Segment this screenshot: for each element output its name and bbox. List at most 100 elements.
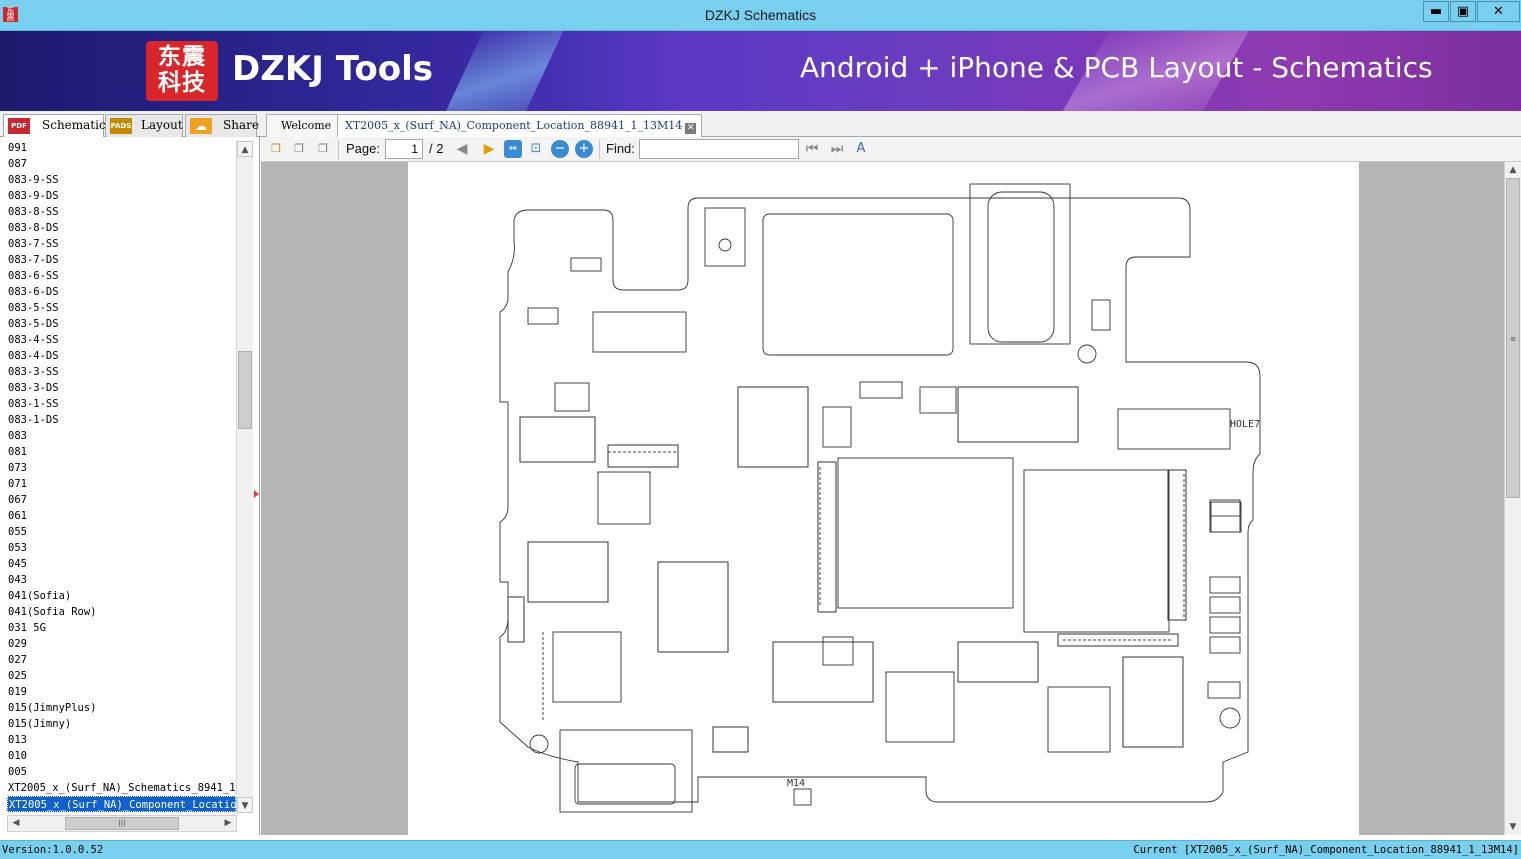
page-total: / 2: [429, 141, 444, 156]
list-horizontal-scrollbar[interactable]: ◀ ||| ▶: [7, 815, 237, 832]
list-item[interactable]: 083-8-DS: [0, 220, 236, 236]
list-item[interactable]: 081: [0, 444, 236, 460]
pdf-icon: PDF: [8, 118, 30, 134]
pads-icon: PADS: [110, 118, 132, 134]
previous-page-icon[interactable]: ◀: [453, 140, 471, 158]
tab-welcome[interactable]: Welcome: [266, 114, 343, 137]
page-number-input[interactable]: 1: [385, 139, 423, 159]
copy-icon[interactable]: ❐: [267, 140, 285, 158]
list-item[interactable]: 083-6-SS: [0, 268, 236, 284]
list-item[interactable]: 091: [0, 140, 236, 156]
list-item[interactable]: 083: [0, 428, 236, 444]
list-item[interactable]: 029: [0, 636, 236, 652]
list-item[interactable]: 071: [0, 476, 236, 492]
minimize-button[interactable]: ▬: [1423, 1, 1449, 22]
tab-layout[interactable]: PADS Layout: [105, 114, 183, 137]
list-item[interactable]: 055: [0, 524, 236, 540]
tab-share[interactable]: ☁ Share: [185, 114, 259, 137]
scroll-left-arrow-icon[interactable]: ◀: [8, 816, 24, 831]
list-item[interactable]: 083-1-SS: [0, 396, 236, 412]
list-item[interactable]: 083-4-SS: [0, 332, 236, 348]
hole-label: HOLE7: [1230, 419, 1260, 430]
list-vertical-scrollbar[interactable]: ▲ ▼: [236, 141, 253, 813]
tab-strip: PDF Schematic PADS Layout ☁ Share Welcom…: [0, 111, 1521, 138]
list-item[interactable]: 083-7-SS: [0, 236, 236, 252]
list-item[interactable]: 041(Sofia Row): [0, 604, 236, 620]
toolbar-separator: [599, 140, 600, 159]
status-bar: Version:1.0.0.52 Current [XT2005_x_(Surf…: [0, 840, 1521, 859]
list-item[interactable]: 061: [0, 508, 236, 524]
list-item[interactable]: 015(Jimny): [0, 716, 236, 732]
close-tab-icon[interactable]: ✕: [685, 123, 697, 134]
list-item[interactable]: 087: [0, 156, 236, 172]
list-item[interactable]: 083-9-SS: [0, 172, 236, 188]
list-item[interactable]: 019: [0, 684, 236, 700]
next-page-icon[interactable]: ▶: [480, 140, 498, 158]
zoom-out-icon[interactable]: −: [551, 140, 569, 158]
fit-width-icon[interactable]: ⇔: [504, 140, 522, 158]
list-item[interactable]: 053: [0, 540, 236, 556]
banner-decoration: [432, 31, 568, 111]
list-item[interactable]: 083-3-DS: [0, 380, 236, 396]
list-item[interactable]: 083-5-SS: [0, 300, 236, 316]
list-item[interactable]: 083-4-DS: [0, 348, 236, 364]
splitter-arrow-icon[interactable]: [254, 490, 259, 498]
list-item[interactable]: 041(Sofia): [0, 588, 236, 604]
find-input[interactable]: [639, 139, 799, 159]
maximize-button[interactable]: ▣: [1450, 1, 1476, 22]
list-item[interactable]: 013: [0, 732, 236, 748]
list-item[interactable]: 010: [0, 748, 236, 764]
tab-label: Share: [223, 118, 259, 132]
scroll-right-arrow-icon[interactable]: ▶: [220, 816, 236, 831]
list-item[interactable]: 083-6-DS: [0, 284, 236, 300]
list-item[interactable]: 083-3-SS: [0, 364, 236, 380]
list-item[interactable]: 083-8-SS: [0, 204, 236, 220]
list-item[interactable]: 073: [0, 460, 236, 476]
find-previous-icon[interactable]: ⏮: [803, 140, 821, 158]
tab-label: XT2005_x_(Surf_NA)_Component_Location_88…: [345, 119, 683, 132]
scroll-thumb[interactable]: [238, 351, 252, 429]
list-item[interactable]: 015(JimnyPlus): [0, 700, 236, 716]
file-list[interactable]: 091 087 083-9-SS 083-9-DS 083-8-SS 083-8-DS 08…: [0, 140, 236, 816]
copy-all-icon[interactable]: ❐: [314, 140, 332, 158]
close-button[interactable]: ✕: [1477, 1, 1520, 22]
tab-label: Welcome: [281, 119, 332, 132]
list-item[interactable]: 031 5G: [0, 620, 236, 636]
list-item[interactable]: 005: [0, 764, 236, 780]
document-viewer[interactable]: HOLE7 M14: [261, 162, 1504, 835]
window-title: DZKJ Schematics: [704, 7, 817, 23]
list-item[interactable]: 083-5-DS: [0, 316, 236, 332]
list-item[interactable]: 043: [0, 572, 236, 588]
list-item[interactable]: XT2005_x_(Surf_NA)_Schematics_8941_1_1: [0, 780, 236, 796]
list-item[interactable]: 083-7-DS: [0, 252, 236, 268]
board-label: M14: [787, 778, 805, 789]
list-item[interactable]: 027: [0, 652, 236, 668]
list-item[interactable]: 067: [0, 492, 236, 508]
pcb-board-drawing: HOLE7 M14: [499, 183, 1261, 813]
zoom-in-icon[interactable]: +: [575, 140, 593, 158]
scroll-thumb[interactable]: ≡: [1506, 178, 1520, 498]
find-label: Find:: [606, 141, 635, 156]
scroll-up-arrow-icon[interactable]: ▲: [237, 141, 253, 157]
scroll-down-arrow-icon[interactable]: ▼: [1505, 819, 1521, 835]
list-item[interactable]: 083-9-DS: [0, 188, 236, 204]
list-item[interactable]: 083-1-DS: [0, 412, 236, 428]
cloud-share-icon: ☁: [190, 118, 212, 134]
scroll-up-arrow-icon[interactable]: ▲: [1505, 162, 1521, 178]
brand-logo: 东震 科技: [146, 41, 218, 101]
list-item[interactable]: 045: [0, 556, 236, 572]
scroll-thumb[interactable]: |||: [65, 817, 179, 830]
title-bar: 东震 DZKJ Schematics ▬ ▣ ✕: [0, 0, 1521, 31]
list-item[interactable]: 025: [0, 668, 236, 684]
copy-page-icon[interactable]: ❐: [290, 140, 308, 158]
highlight-text-icon[interactable]: A: [852, 140, 870, 158]
pcb-layout-page[interactable]: HOLE7 M14: [408, 162, 1359, 835]
fit-page-icon[interactable]: ⊡: [527, 140, 545, 158]
tab-schematic[interactable]: PDF Schematic: [3, 114, 106, 138]
find-next-icon[interactable]: ⏭: [828, 140, 846, 158]
viewer-vertical-scrollbar[interactable]: ▲ ≡ ▼: [1504, 162, 1521, 835]
tab-component-location[interactable]: XT2005_x_(Surf_NA)_Component_Location_88…: [337, 114, 703, 137]
logo-text-bottom: 科技: [158, 70, 206, 96]
scroll-down-arrow-icon[interactable]: ▼: [237, 797, 253, 813]
list-item[interactable]: XT2005_x_(Surf_NA)_Component_Location_: [7, 796, 236, 812]
